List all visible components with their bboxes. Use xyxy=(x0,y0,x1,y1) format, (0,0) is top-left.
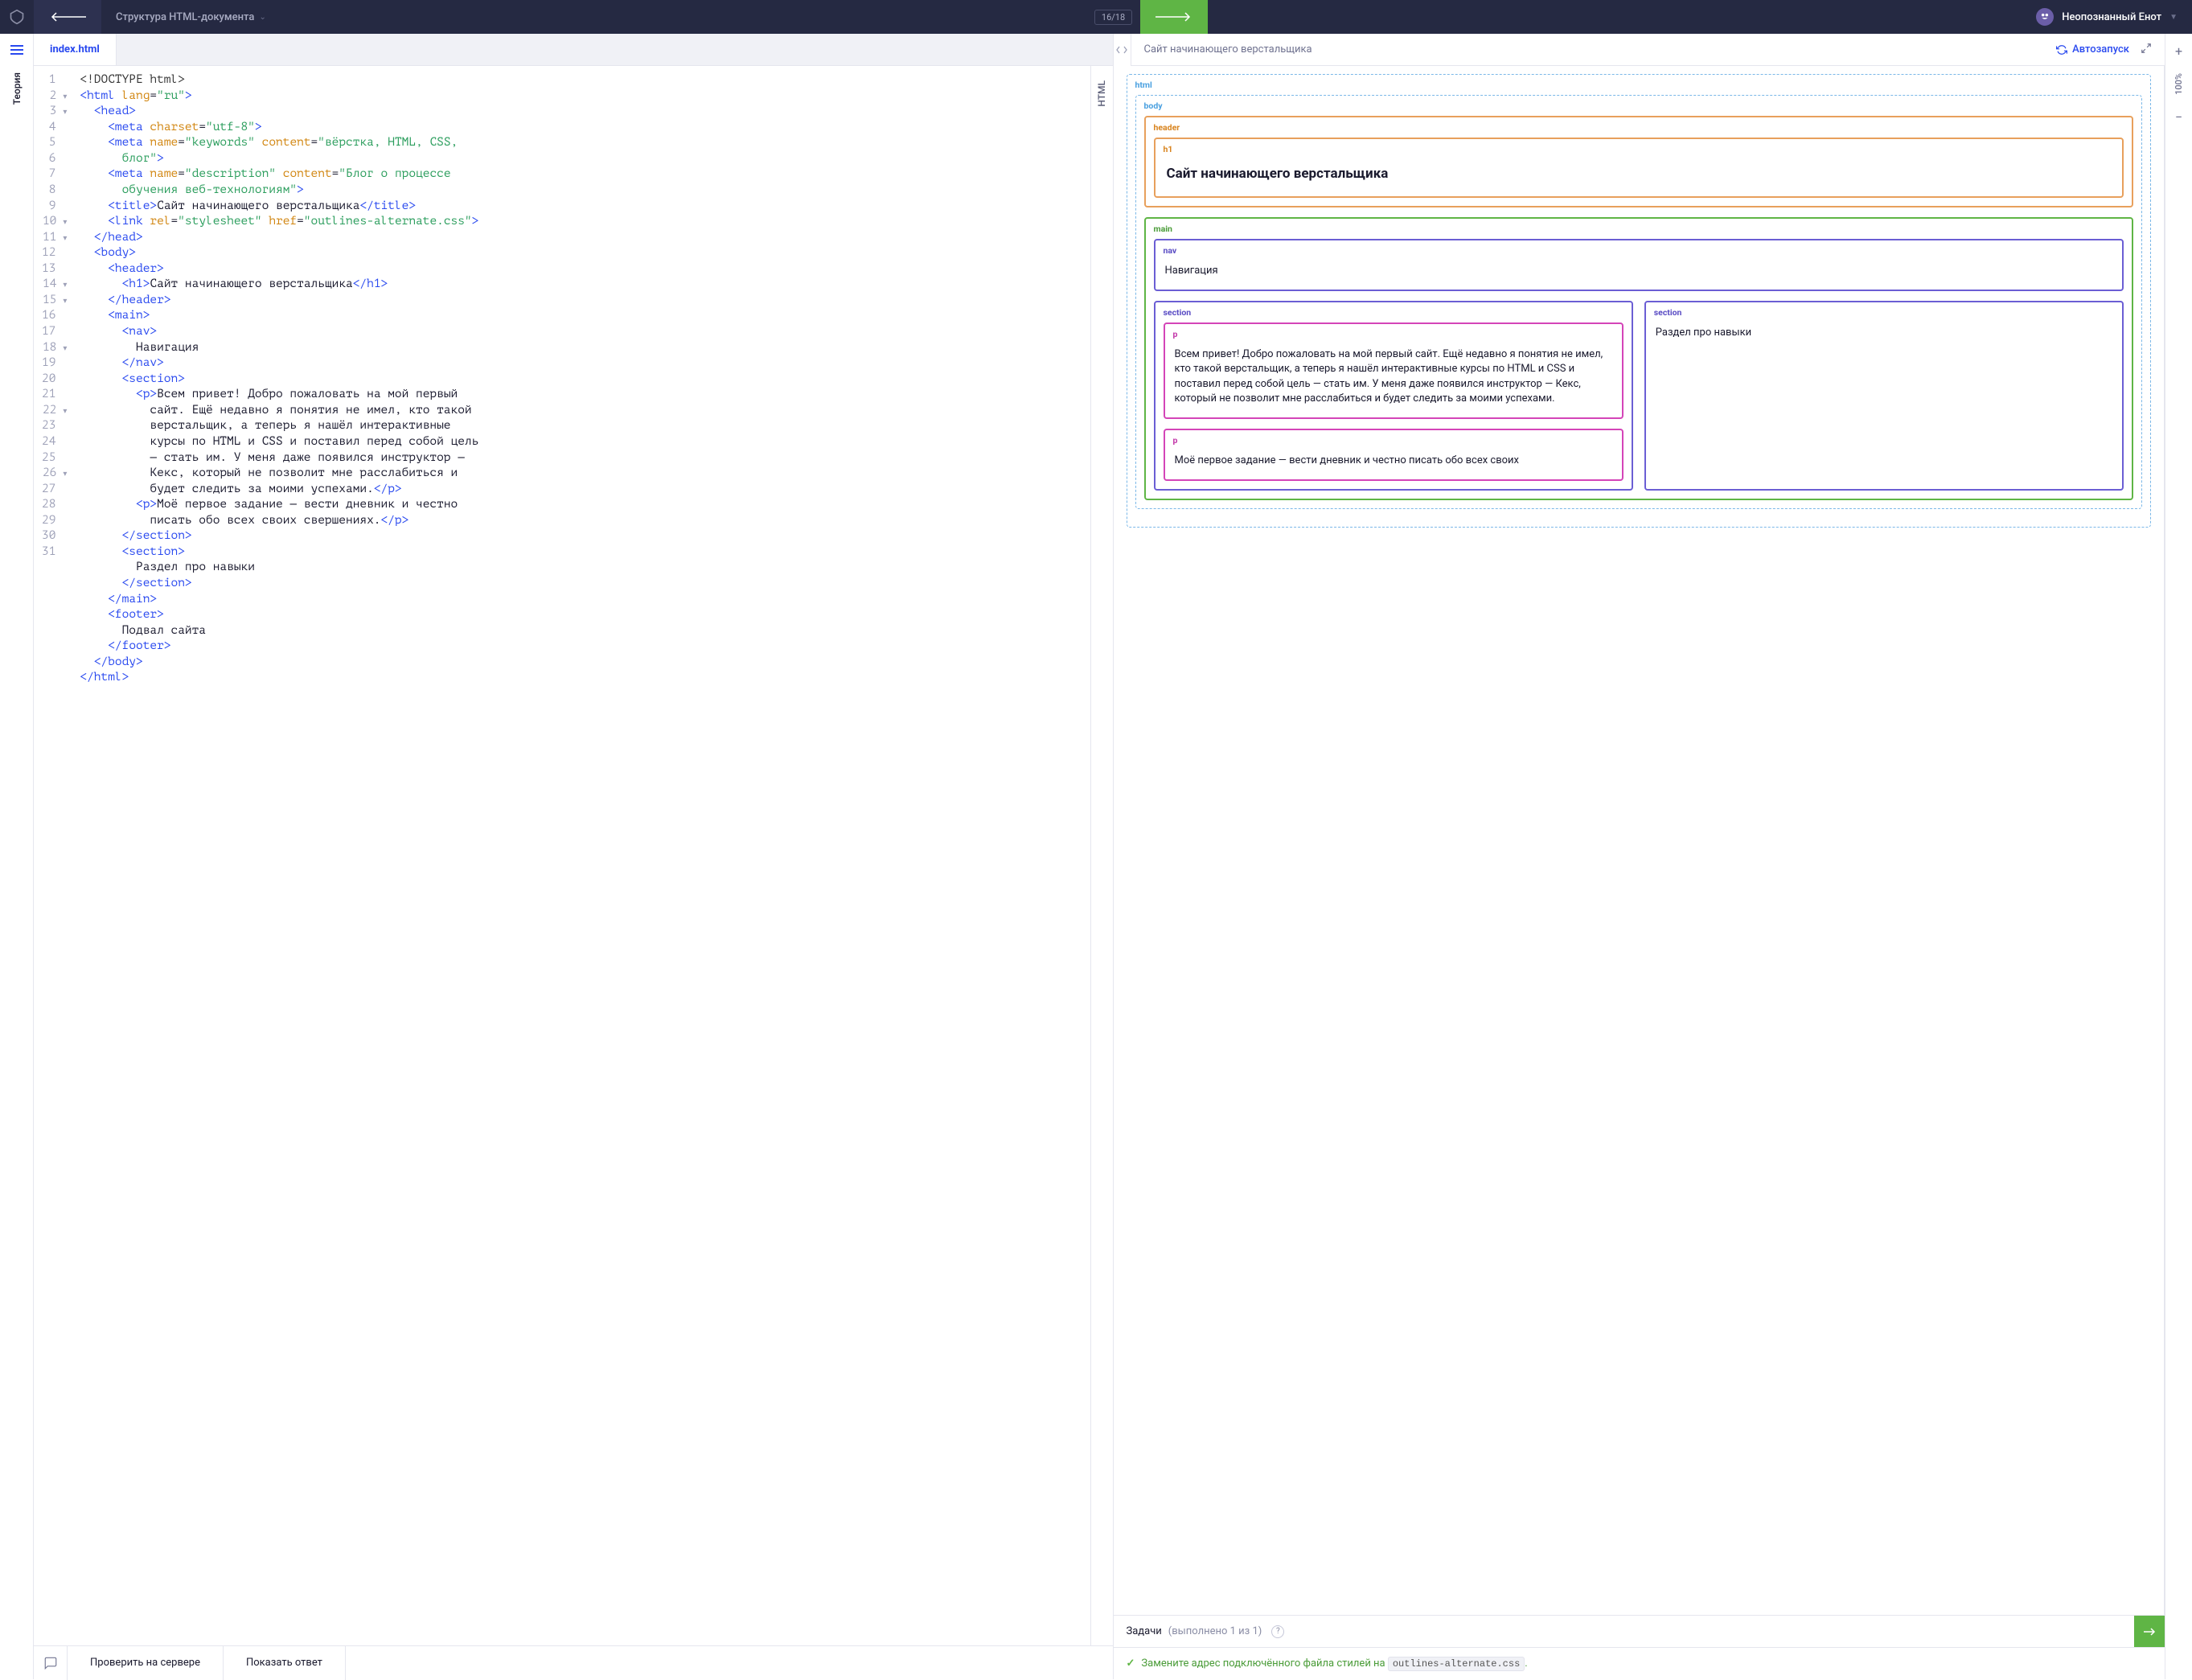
theory-rail: Теория xyxy=(0,34,34,1679)
chevron-down-icon: ⌄ xyxy=(259,13,265,22)
preview-column: Сайт начинающего верстальщика Автозапуск xyxy=(1114,34,2192,1679)
lang-rail: HTML xyxy=(1090,66,1113,1645)
p2-text: Моё первое задание — вести дневник и чес… xyxy=(1173,450,1614,471)
expand-icon[interactable] xyxy=(2141,43,2152,57)
tasks-go-button[interactable] xyxy=(2134,1616,2165,1648)
outline-section-1: section p Всем привет! Добро пожаловать … xyxy=(1154,301,1633,491)
chevron-down-icon: ▼ xyxy=(2169,13,2178,22)
zoom-out-button[interactable]: − xyxy=(2175,109,2182,125)
task-detail: ✓ Замените адрес подключённого файла сти… xyxy=(1114,1647,2165,1679)
tasks-bar: Задачи (выполнено 1 из 1) ? xyxy=(1114,1615,2165,1647)
check-icon: ✓ xyxy=(1127,1657,1135,1670)
next-button[interactable] xyxy=(1140,0,1208,34)
zoom-level: 100% xyxy=(2174,73,2184,95)
zoom-rail: + 100% − xyxy=(2165,34,2192,1679)
logo[interactable] xyxy=(0,0,34,34)
editor-column: index.html 1 2 ▾3 ▾4 5 6 7 8 9 10 ▾11 ▾1… xyxy=(34,34,1114,1679)
menu-icon[interactable] xyxy=(10,45,23,55)
tab-index-html[interactable]: index.html xyxy=(34,34,117,65)
prev-button[interactable] xyxy=(34,0,101,34)
help-icon[interactable]: ? xyxy=(1271,1625,1284,1638)
preview-body: html body header h1 Сайт начинающего вер… xyxy=(1114,66,2165,1615)
editor-footer: Проверить на сервере Показать ответ xyxy=(34,1645,1113,1679)
autorun-toggle[interactable]: Автозапуск xyxy=(2056,43,2129,55)
check-button[interactable]: Проверить на сервере xyxy=(68,1646,224,1680)
course-title-text: Структура HTML-документа xyxy=(116,11,254,23)
outline-h1: h1 Сайт начинающего верстальщика xyxy=(1154,138,2124,198)
editor-tabs: index.html xyxy=(34,34,1113,66)
code-editor[interactable]: 1 2 ▾3 ▾4 5 6 7 8 9 10 ▾11 ▾12 13 14 ▾15… xyxy=(34,66,1090,1645)
p1-text: Всем привет! Добро пожаловать на мой пер… xyxy=(1173,344,1614,409)
user-menu[interactable]: Неопознанный Енот ▼ xyxy=(2022,8,2192,26)
outline-p-2: p Моё первое задание — вести дневник и ч… xyxy=(1164,429,1623,481)
nav-text: Навигация xyxy=(1164,261,2115,281)
outline-html: html body header h1 Сайт начинающего вер… xyxy=(1127,74,2152,528)
task-text: Замените адрес подключённого файла стиле… xyxy=(1141,1657,1385,1670)
preview-header: Сайт начинающего верстальщика Автозапуск xyxy=(1131,34,2165,66)
splitter[interactable] xyxy=(1114,34,1131,66)
user-name: Неопознанный Енот xyxy=(2062,11,2161,23)
section2-text: Раздел про навыки xyxy=(1654,322,2114,343)
topbar: Структура HTML-документа ⌄ 16/18 Неопозн… xyxy=(0,0,2192,34)
show-answer-button[interactable]: Показать ответ xyxy=(224,1646,346,1680)
zoom-in-button[interactable]: + xyxy=(2175,43,2182,59)
outline-body: body header h1 Сайт начинающего версталь… xyxy=(1135,95,2143,509)
avatar xyxy=(2036,8,2054,26)
outline-section-2: section Раздел про навыки xyxy=(1644,301,2124,491)
tasks-count: (выполнено 1 из 1) xyxy=(1168,1625,1262,1637)
preview-title: Сайт начинающего верстальщика xyxy=(1144,43,1312,55)
hint-icon[interactable] xyxy=(34,1646,68,1680)
outline-main: main nav Навигация section xyxy=(1144,217,2134,500)
tasks-title: Задачи xyxy=(1127,1625,1162,1637)
outline-header: header h1 Сайт начинающего верстальщика xyxy=(1144,116,2134,207)
outline-p-1: p Всем привет! Добро пожаловать на мой п… xyxy=(1164,322,1623,419)
h1-text: Сайт начинающего верстальщика xyxy=(1164,159,2115,188)
outline-nav: nav Навигация xyxy=(1154,239,2124,291)
task-code: outlines-alternate.css xyxy=(1388,1657,1525,1671)
step-indicator: 16/18 xyxy=(1094,10,1132,25)
theory-label[interactable]: Теория xyxy=(11,72,23,105)
course-dropdown[interactable]: Структура HTML-документа ⌄ xyxy=(101,11,281,23)
